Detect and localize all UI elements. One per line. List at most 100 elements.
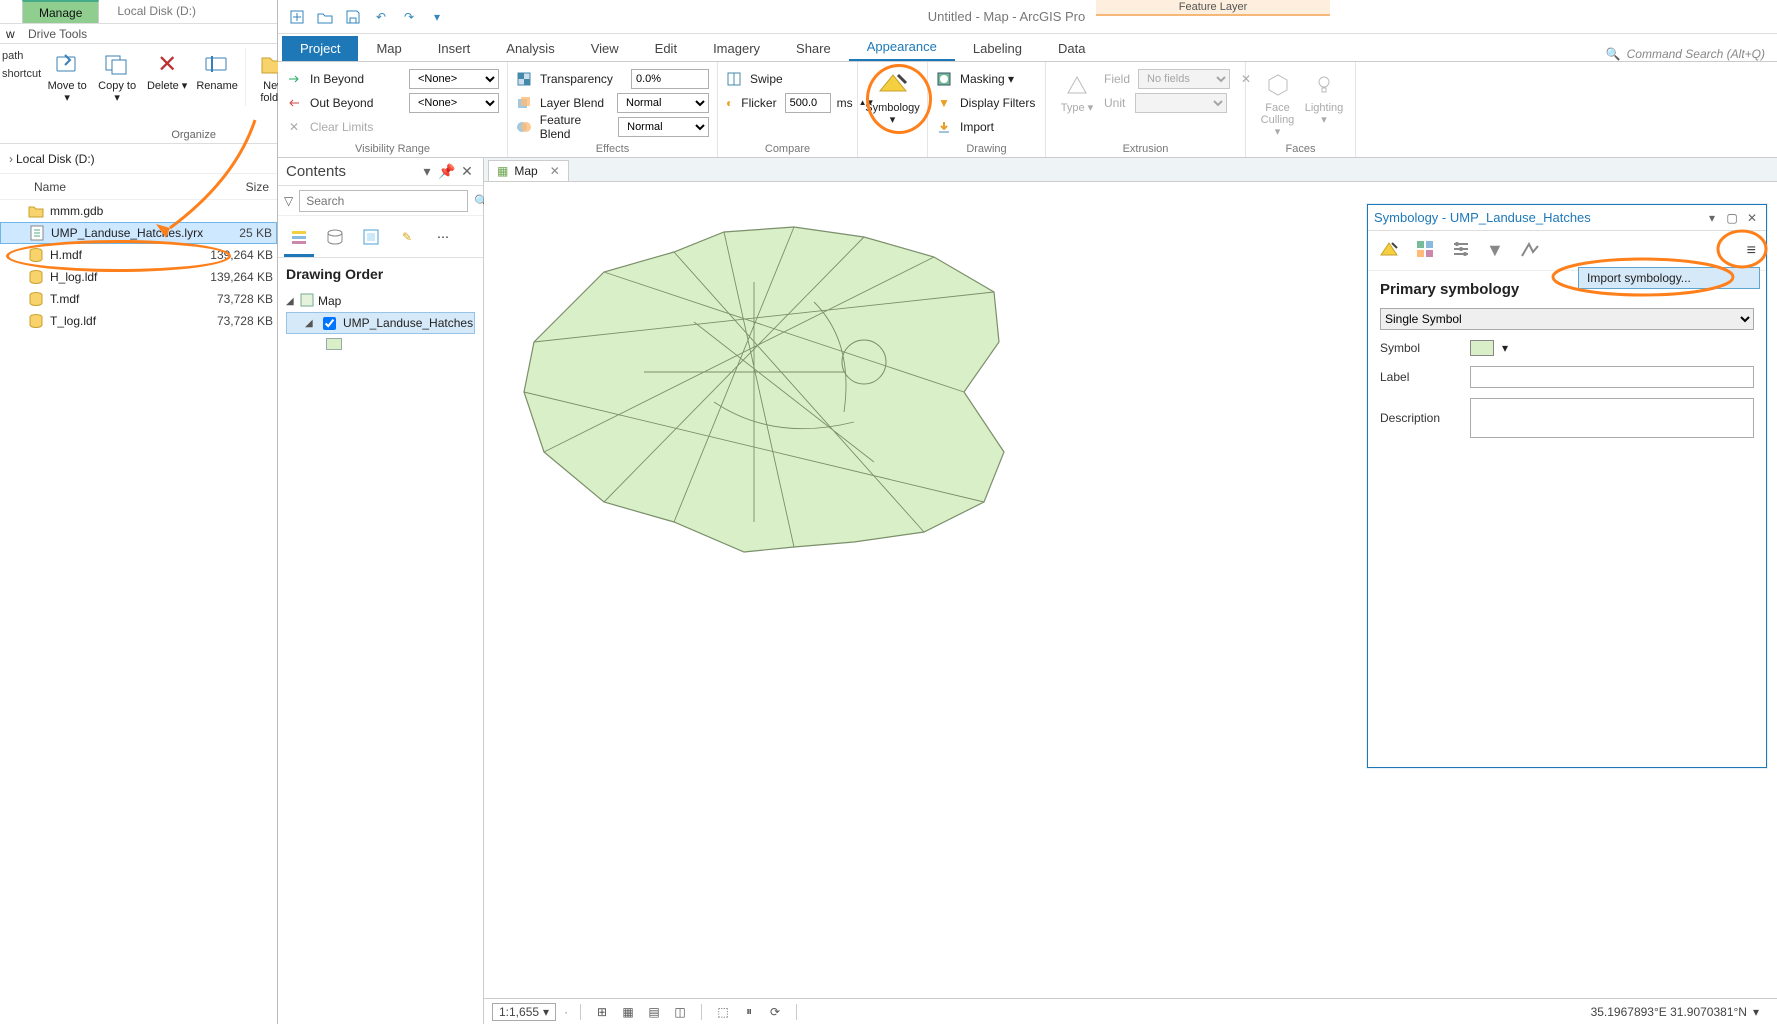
file-row[interactable]: UMP_Landuse_Hatches.lyrx 25 KB xyxy=(0,222,277,244)
map-view-tab[interactable]: ▦ Map ✕ xyxy=(488,160,569,181)
import-symbology-menuitem[interactable]: Import symbology... xyxy=(1578,267,1760,289)
constraints-icon[interactable]: ▤ xyxy=(645,1003,663,1021)
layer-visibility-checkbox[interactable] xyxy=(323,317,336,330)
in-beyond-select[interactable]: <None> xyxy=(409,69,499,89)
command-search[interactable]: 🔍 Command Search (Alt+Q) xyxy=(1606,47,1765,61)
hamburger-menu-icon[interactable]: ≡ xyxy=(1747,242,1756,260)
list-by-drawing-order-icon[interactable] xyxy=(288,226,310,248)
symbol-dropdown-icon[interactable]: ▾ xyxy=(1502,341,1508,355)
tab-view[interactable]: View xyxy=(573,36,637,61)
delete-icon: ✕ xyxy=(153,50,181,78)
rename-button[interactable]: Rename xyxy=(193,48,241,106)
tab-share[interactable]: Share xyxy=(778,36,849,61)
file-row[interactable]: H_log.ldf 139,264 KB xyxy=(0,266,277,288)
toc-map-node[interactable]: ◢ Map xyxy=(286,290,475,312)
delete-button[interactable]: ✕ Delete ▾ xyxy=(143,48,191,106)
redo-icon[interactable]: ↷ xyxy=(400,8,418,26)
layer-blend-select[interactable]: Normal xyxy=(617,93,709,113)
explorer-tab-manage[interactable]: Manage xyxy=(22,0,99,23)
breadcrumb-location[interactable]: Local Disk (D:) xyxy=(16,152,95,166)
display-filters-button[interactable]: ▼ Display Filters xyxy=(936,92,1037,114)
tab-insert[interactable]: Insert xyxy=(420,36,489,61)
pause-drawing-icon[interactable]: ⏸ xyxy=(740,1003,758,1021)
face-culling-label: Face Culling ▾ xyxy=(1260,102,1295,138)
feature-blend-select[interactable]: Normal xyxy=(618,117,709,137)
refresh-icon[interactable]: ⟳ xyxy=(766,1003,784,1021)
qat-dropdown-icon[interactable]: ▾ xyxy=(428,8,446,26)
description-input[interactable] xyxy=(1470,398,1754,438)
masking-button[interactable]: Masking ▾ xyxy=(936,68,1037,90)
list-by-source-icon[interactable] xyxy=(324,226,346,248)
in-beyond-label: In Beyond xyxy=(310,72,364,86)
pane-float-icon[interactable]: ▢ xyxy=(1724,210,1740,226)
import-drawing-button[interactable]: Import xyxy=(936,116,1037,138)
snapping-icon[interactable]: ⊞ xyxy=(593,1003,611,1021)
layer-symbol-swatch[interactable] xyxy=(326,338,342,350)
close-icon[interactable]: ✕ xyxy=(550,164,560,178)
symbology-type-select[interactable]: Single Symbol xyxy=(1380,308,1754,330)
pane-dropdown-icon[interactable]: ▾ xyxy=(1704,210,1720,226)
explorer-column-headers[interactable]: Name Size xyxy=(0,174,277,200)
out-beyond-row[interactable]: Out Beyond <None> xyxy=(286,92,499,114)
file-row[interactable]: mmm.gdb xyxy=(0,200,277,222)
map-scale-selector[interactable]: 1:1,655 ▾ xyxy=(492,1003,556,1021)
map-statusbar: 1:1,655 ▾ · ⊞ ▦ ▤ ◫ ⬚ ⏸ ⟳ 35.1967893°E 3… xyxy=(484,998,1777,1024)
out-beyond-select[interactable]: <None> xyxy=(409,93,499,113)
toc-layer-node[interactable]: ◢ UMP_Landuse_Hatches xyxy=(286,312,475,334)
file-row[interactable]: T_log.ldf 73,728 KB xyxy=(0,310,277,332)
corrections-icon[interactable]: ◫ xyxy=(671,1003,689,1021)
swipe-button[interactable]: Swipe xyxy=(726,68,849,90)
symbol-swatch[interactable] xyxy=(1470,340,1494,356)
drawing-group-label: Drawing xyxy=(928,143,1045,155)
undo-icon[interactable]: ↶ xyxy=(372,8,390,26)
save-icon[interactable] xyxy=(344,8,362,26)
collapse-icon[interactable]: ◢ xyxy=(305,318,315,329)
chevron-right-icon: › xyxy=(9,152,13,166)
flicker-input[interactable] xyxy=(785,93,831,113)
file-explorer-window: Manage Local Disk (D:) w Drive Tools pat… xyxy=(0,0,278,1024)
pane-close-icon[interactable]: ✕ xyxy=(459,164,475,180)
contents-more-icon[interactable]: ⋯ xyxy=(432,226,454,248)
column-size[interactable]: Size xyxy=(207,180,277,194)
symbology-button[interactable]: Symbology ▾ xyxy=(859,66,925,126)
tab-edit[interactable]: Edit xyxy=(637,36,695,61)
new-project-icon[interactable] xyxy=(288,8,306,26)
tab-imagery[interactable]: Imagery xyxy=(695,36,778,61)
open-project-icon[interactable] xyxy=(316,8,334,26)
explorer-breadcrumb[interactable]: › Local Disk (D:) xyxy=(0,144,277,174)
file-row[interactable]: T.mdf 73,728 KB xyxy=(0,288,277,310)
label-input[interactable] xyxy=(1470,366,1754,388)
symbology-toolbar: ▼ ≡ Import symbology... xyxy=(1368,231,1766,271)
contents-search-input[interactable] xyxy=(299,190,468,212)
copy-to-button[interactable]: Copy to ▾ xyxy=(93,48,141,106)
symbol-layer-drawing-tab-icon[interactable] xyxy=(1450,238,1472,263)
scale-list-icon[interactable]: · xyxy=(564,1005,568,1019)
move-to-icon xyxy=(53,50,81,78)
pane-pin-icon[interactable]: 📌 xyxy=(439,164,455,180)
filter-icon[interactable]: ▽ xyxy=(284,194,293,208)
list-by-editing-icon[interactable]: ✎ xyxy=(396,226,418,248)
tab-appearance[interactable]: Appearance xyxy=(849,34,955,61)
chevron-down-icon[interactable]: ▾ xyxy=(1753,1005,1759,1019)
tab-analysis[interactable]: Analysis xyxy=(488,36,572,61)
transparency-input[interactable] xyxy=(631,69,709,89)
grid-icon[interactable]: ▦ xyxy=(619,1003,637,1021)
column-name[interactable]: Name xyxy=(0,180,207,194)
tab-project[interactable]: Project xyxy=(282,36,358,61)
vary-by-attribute-tab-icon[interactable] xyxy=(1414,238,1436,263)
in-beyond-row[interactable]: In Beyond <None> xyxy=(286,68,499,90)
primary-symbology-tab-icon[interactable] xyxy=(1378,238,1400,263)
pane-close-icon[interactable]: ✕ xyxy=(1744,210,1760,226)
tab-labeling[interactable]: Labeling xyxy=(955,36,1040,61)
collapse-icon[interactable]: ◢ xyxy=(286,296,296,307)
selection-icon[interactable]: ⬚ xyxy=(714,1003,732,1021)
file-row[interactable]: H.mdf 139,264 KB xyxy=(0,244,277,266)
tab-data[interactable]: Data xyxy=(1040,36,1103,61)
display-filters-tab-icon[interactable]: ▼ xyxy=(1486,240,1504,261)
tab-map[interactable]: Map xyxy=(358,36,419,61)
explorer-caret-icon: w xyxy=(6,27,28,41)
move-to-button[interactable]: Move to ▾ xyxy=(43,48,91,106)
list-by-selection-icon[interactable] xyxy=(360,226,382,248)
pane-dropdown-icon[interactable]: ▾ xyxy=(419,164,435,180)
advanced-options-tab-icon[interactable] xyxy=(1518,238,1540,263)
